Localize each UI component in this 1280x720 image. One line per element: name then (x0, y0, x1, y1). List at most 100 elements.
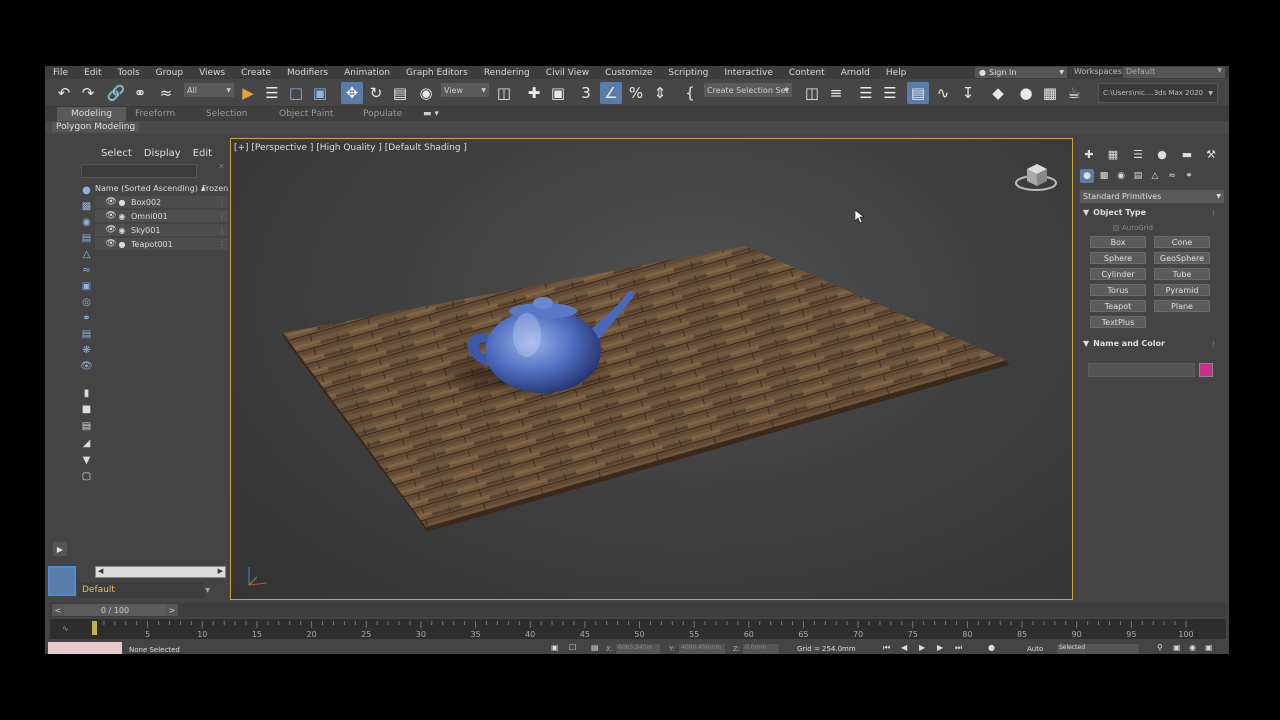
explorer-horizontal-scrollbar[interactable]: ◀ ▶ (95, 566, 226, 578)
select-rotate-icon[interactable]: ↻ (365, 82, 387, 104)
y-coordinate-field[interactable]: 4000.456mm (679, 644, 725, 654)
frozen-toggle-icon[interactable]: ⋮ (218, 226, 226, 235)
z-coordinate-field[interactable]: 0.0mm (743, 644, 779, 654)
scroll-right-icon[interactable]: ▶ (218, 567, 223, 575)
close-icon[interactable]: ✕ (218, 162, 225, 171)
frozen-toggle-icon[interactable]: ⋮ (218, 212, 226, 221)
invert-display-icon[interactable]: ■ (79, 402, 94, 416)
eye-icon[interactable]: 👁 (105, 197, 117, 207)
zoom-icon[interactable]: ⚲ (1157, 643, 1163, 652)
select-object-icon[interactable]: ▶ (237, 82, 259, 104)
name-column-header[interactable]: Name (Sorted Ascending) (95, 184, 198, 193)
set-key-icon[interactable]: ● (988, 643, 995, 652)
motion-tab-icon[interactable]: ● (1154, 147, 1170, 161)
menu-civil-view[interactable]: Civil View (538, 68, 597, 78)
maxscript-listener-field[interactable] (48, 642, 122, 654)
eye-icon[interactable]: 👁 (105, 225, 117, 235)
explorer-row[interactable]: 👁 ● Teapot001 ⋮ (95, 238, 228, 251)
cone-button[interactable]: Cone (1154, 236, 1210, 248)
object-name-field[interactable] (1088, 363, 1195, 377)
mirror-icon[interactable]: ◫ (801, 82, 823, 104)
tab-freeform[interactable]: Freeform (135, 107, 175, 121)
tab-object-paint[interactable]: Object Paint (279, 107, 333, 121)
category-dropdown[interactable]: Standard Primitives ▼ (1080, 190, 1224, 203)
box-button[interactable]: Box (1090, 236, 1146, 248)
create-tab-icon[interactable]: ✚ (1081, 147, 1097, 161)
display-containers-icon[interactable]: ▤ (79, 327, 94, 341)
cylinder-button[interactable]: Cylinder (1090, 268, 1146, 280)
select-move-icon[interactable]: ✥ (341, 82, 363, 104)
menu-views[interactable]: Views (191, 68, 233, 78)
auto-key-button[interactable]: Auto (1027, 645, 1043, 653)
key-mode-dropdown[interactable]: Selected (1057, 644, 1139, 654)
explorer-column-header[interactable]: Name (Sorted Ascending) ▲ Frozen (95, 182, 228, 195)
next-frame-icon[interactable]: > (166, 604, 178, 616)
display-cameras-icon[interactable]: ▤ (79, 231, 94, 245)
orbit-icon[interactable]: ◉ (1189, 643, 1196, 652)
previous-key-icon[interactable]: ◀ (901, 643, 907, 652)
geosphere-button[interactable]: GeoSphere (1154, 252, 1210, 264)
zoom-all-icon[interactable]: ▣ (1173, 643, 1181, 652)
absolute-mode-icon[interactable]: ▤ (591, 643, 599, 652)
display-geometry-icon[interactable]: ● (79, 183, 94, 197)
textplus-button[interactable]: TextPlus (1090, 316, 1146, 328)
link-icon[interactable]: 🔗 (105, 82, 127, 104)
object-color-swatch[interactable] (1199, 363, 1213, 377)
schematic-view-icon[interactable]: ◆ (987, 82, 1009, 104)
layer-explorer-icon[interactable]: ☰ (879, 82, 901, 104)
name-and-color-rollout-header[interactable]: ▼ Name and Color ⋮ (1083, 339, 1223, 348)
pyramid-button[interactable]: Pyramid (1154, 284, 1210, 296)
scroll-left-icon[interactable]: ◀ (98, 567, 103, 575)
bucket-icon[interactable]: ▢ (79, 469, 94, 483)
menu-file[interactable]: File (45, 68, 76, 78)
explorer-row[interactable]: 👁 ◉ Sky001 ⋮ (95, 224, 228, 237)
display-all-icon[interactable]: 👁 (79, 359, 94, 373)
object-type-rollout-header[interactable]: ▼ Object Type ⋮ (1083, 208, 1223, 217)
sphere-button[interactable]: Sphere (1090, 252, 1146, 264)
menu-customize[interactable]: Customize (597, 68, 660, 78)
render-icon[interactable]: ☕ (1063, 82, 1085, 104)
workspace-select[interactable]: Default ▼ (1123, 67, 1225, 78)
ribbon-options-icon[interactable]: ▬ ▾ (423, 107, 439, 121)
select-by-name-icon[interactable]: ☰ (261, 82, 283, 104)
menu-graph-editors[interactable]: Graph Editors (398, 68, 476, 78)
dope-sheet-icon[interactable]: ↧ (957, 82, 979, 104)
display-xrefs-icon[interactable]: ◎ (79, 295, 94, 309)
explorer-menu-edit[interactable]: Edit (187, 148, 218, 159)
rect-region-icon[interactable]: □ (285, 82, 307, 104)
menu-group[interactable]: Group (148, 68, 191, 78)
x-coordinate-field[interactable]: 6065.245m (616, 644, 660, 654)
explorer-menu-select[interactable]: Select (95, 148, 138, 159)
snap-icon[interactable]: 3 (575, 82, 597, 104)
display-space-warps-icon[interactable]: ≈ (79, 263, 94, 277)
maximize-toggle-icon[interactable]: ▣ (1205, 643, 1213, 652)
lights-icon[interactable]: ◉ (1114, 169, 1128, 183)
plane-button[interactable]: Plane (1154, 300, 1210, 312)
torus-button[interactable]: Torus (1090, 284, 1146, 296)
menu-interactive[interactable]: Interactive (716, 68, 780, 78)
spinner-snap-icon[interactable]: ⇕ (649, 82, 671, 104)
menu-modifiers[interactable]: Modifiers (279, 68, 336, 78)
menu-arnold[interactable]: Arnold (833, 68, 878, 78)
project-path-dropdown[interactable]: C:\Users\nic....3ds Max 2020 ▼ (1098, 83, 1218, 103)
explorer-search-input[interactable] (81, 164, 197, 178)
display-groups-icon[interactable]: ▣ (79, 279, 94, 293)
display-bones-icon[interactable]: ⚭ (79, 311, 94, 325)
menu-content[interactable]: Content (781, 68, 833, 78)
menu-animation[interactable]: Animation (336, 68, 398, 78)
menu-edit[interactable]: Edit (76, 68, 109, 78)
display-shapes-icon[interactable]: ▩ (79, 199, 94, 213)
frozen-toggle-icon[interactable]: ⋮ (218, 240, 226, 249)
selection-filter-dropdown[interactable]: All ▼ (184, 83, 234, 97)
angle-snap-icon[interactable]: ∠ (600, 82, 622, 104)
play-icon[interactable]: ▶ (919, 643, 925, 652)
keyboard-shortcut-icon[interactable]: ▣ (547, 82, 569, 104)
sign-in-dropdown[interactable]: ● Sign In ▼ (975, 67, 1067, 78)
display-tab-icon[interactable]: ▬ (1179, 147, 1195, 161)
time-slider[interactable]: < 0 / 100 > (50, 603, 1226, 617)
selection-set-dropdown[interactable]: Create Selection Set ▼ (704, 83, 792, 97)
menu-scripting[interactable]: Scripting (660, 68, 716, 78)
polygon-modeling-label[interactable]: Polygon Modeling (52, 122, 140, 132)
lock-selection-icon[interactable]: ☐ (569, 643, 576, 652)
percent-snap-icon[interactable]: % (625, 82, 647, 104)
